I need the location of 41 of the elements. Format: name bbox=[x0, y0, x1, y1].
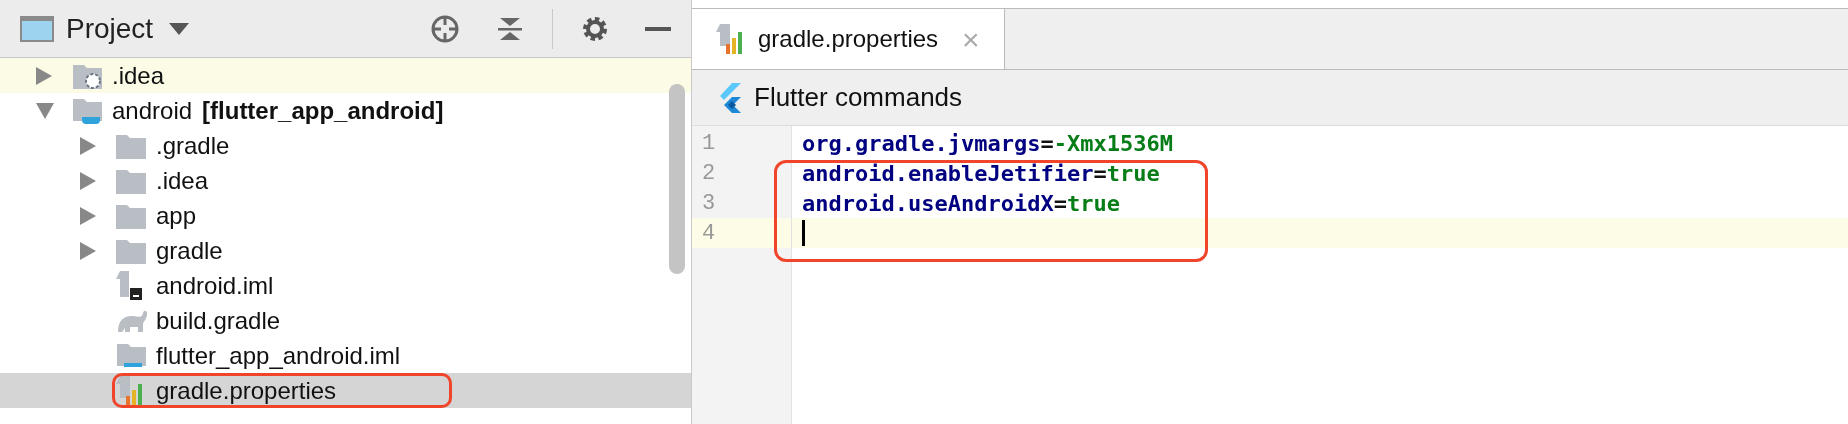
collapsed-arrow-icon[interactable] bbox=[80, 206, 96, 225]
line-number: 2 bbox=[692, 158, 792, 188]
item-label: android bbox=[112, 95, 193, 126]
text-cursor bbox=[802, 220, 805, 246]
line-number: 1 bbox=[692, 128, 792, 158]
tree-row[interactable]: .idea bbox=[0, 58, 691, 93]
item-label: gradle bbox=[156, 235, 223, 266]
code-line: org.gradle.jvmargs=-Xmx1536M bbox=[802, 129, 1173, 158]
item-label: .idea bbox=[112, 60, 165, 91]
module-name: [flutter_app_android] bbox=[202, 95, 444, 126]
folder-icon bbox=[116, 237, 146, 264]
line-number: 3 bbox=[692, 188, 792, 218]
folder-icon bbox=[116, 167, 146, 194]
expanded-arrow-icon[interactable] bbox=[36, 102, 54, 119]
item-label: .gradle bbox=[156, 130, 230, 161]
toolbar-title[interactable]: Flutter commands bbox=[754, 78, 963, 117]
item-label: .idea bbox=[156, 165, 209, 196]
collapsed-arrow-icon[interactable] bbox=[80, 136, 96, 155]
item-label: flutter_app_android.iml bbox=[156, 340, 401, 371]
settings-icon[interactable] bbox=[581, 14, 609, 43]
caret-down-icon bbox=[169, 22, 190, 35]
item-label: app bbox=[156, 200, 197, 231]
tree-row[interactable]: gradle.properties bbox=[0, 373, 691, 408]
editor-tab[interactable]: gradle.properties × bbox=[692, 9, 1005, 69]
minimize-icon[interactable] bbox=[645, 26, 671, 31]
item-label: gradle.properties bbox=[156, 375, 337, 406]
collapsed-arrow-icon[interactable] bbox=[36, 66, 52, 85]
item-label: android.iml bbox=[156, 270, 274, 301]
project-view-dropdown[interactable]: Project bbox=[66, 7, 190, 50]
scrollbar[interactable] bbox=[669, 84, 685, 274]
item-label: build.gradle bbox=[156, 305, 281, 336]
line-number: 4 bbox=[692, 218, 792, 248]
code-line: android.enableJetifier=true bbox=[802, 159, 1160, 188]
folder-icon bbox=[116, 132, 146, 159]
collapsed-arrow-icon[interactable] bbox=[80, 241, 96, 260]
folder-icon bbox=[116, 202, 146, 229]
code-line: android.useAndroidX=true bbox=[802, 189, 1120, 218]
locate-icon[interactable] bbox=[430, 13, 460, 44]
collapsed-arrow-icon[interactable] bbox=[80, 171, 96, 190]
window-icon bbox=[20, 15, 54, 42]
file-icon bbox=[116, 270, 144, 301]
